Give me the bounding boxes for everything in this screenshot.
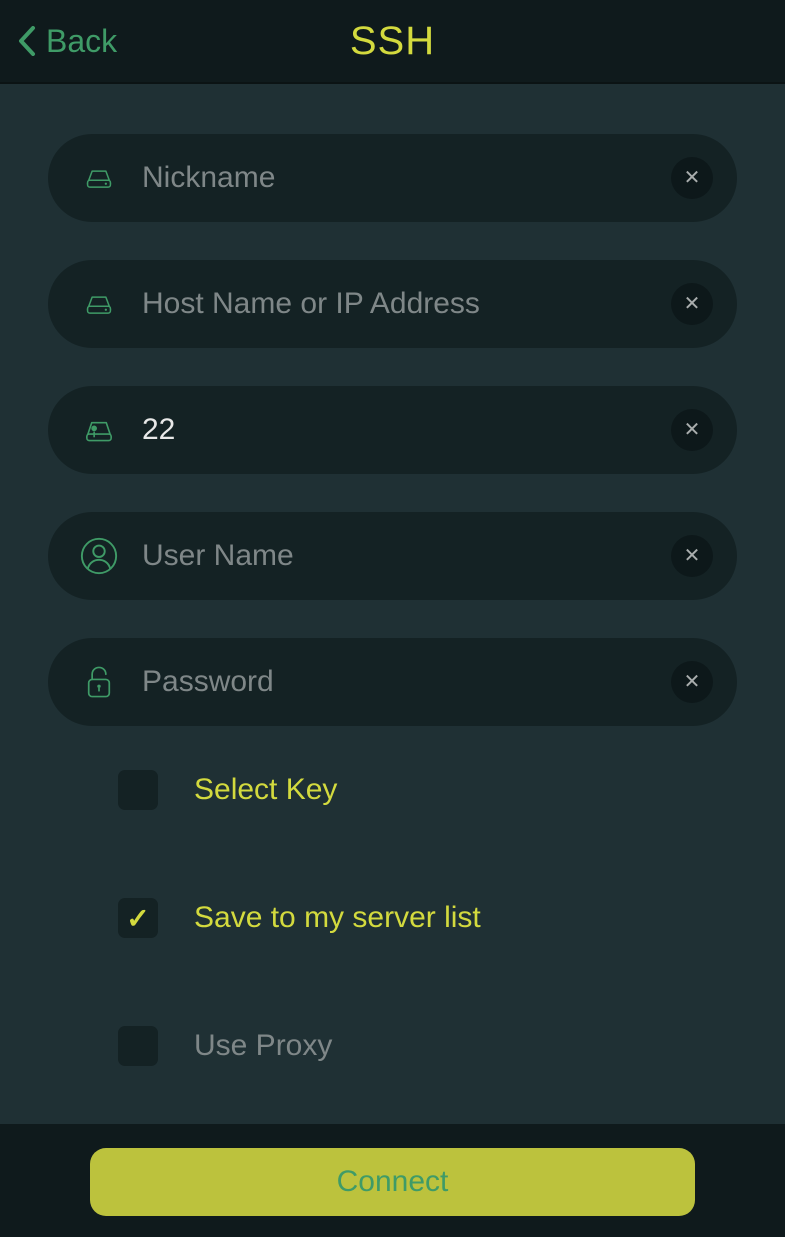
close-icon: ✕ [684, 294, 701, 314]
form-panel: ✕ ✕ ✕ [0, 84, 785, 1124]
checkmark-icon: ✓ [126, 902, 149, 935]
close-icon: ✕ [684, 672, 701, 692]
password-input[interactable] [120, 638, 671, 726]
connect-button[interactable]: Connect [90, 1148, 695, 1216]
nickname-field: ✕ [48, 134, 737, 222]
password-field: ✕ [48, 638, 737, 726]
clear-host-button[interactable]: ✕ [671, 283, 713, 325]
footer-bar: Connect [0, 1124, 785, 1237]
port-field: ✕ [48, 386, 737, 474]
select-key-label: Select Key [194, 773, 337, 807]
clear-username-button[interactable]: ✕ [671, 535, 713, 577]
options-group: Select Key ✓ Save to my server list Use … [48, 764, 737, 1066]
save-list-option[interactable]: ✓ Save to my server list [118, 898, 737, 938]
unlock-icon [78, 661, 120, 703]
clear-nickname-button[interactable]: ✕ [671, 157, 713, 199]
clear-port-button[interactable]: ✕ [671, 409, 713, 451]
port-input[interactable] [120, 386, 671, 474]
close-icon: ✕ [684, 546, 701, 566]
clear-password-button[interactable]: ✕ [671, 661, 713, 703]
username-input[interactable] [120, 512, 671, 600]
username-field: ✕ [48, 512, 737, 600]
use-proxy-option[interactable]: Use Proxy [118, 1026, 737, 1066]
select-key-option[interactable]: Select Key [118, 770, 737, 810]
close-icon: ✕ [684, 168, 701, 188]
back-button[interactable]: Back [18, 23, 117, 60]
chevron-left-icon [18, 26, 36, 56]
header-bar: Back SSH [0, 0, 785, 84]
close-icon: ✕ [684, 420, 701, 440]
host-input[interactable] [120, 260, 671, 348]
save-list-checkbox[interactable]: ✓ [118, 898, 158, 938]
back-label: Back [46, 23, 117, 60]
use-proxy-checkbox[interactable] [118, 1026, 158, 1066]
nickname-input[interactable] [120, 134, 671, 222]
user-icon [78, 535, 120, 577]
disk-icon [78, 157, 120, 199]
host-field: ✕ [48, 260, 737, 348]
select-key-checkbox[interactable] [118, 770, 158, 810]
port-icon [78, 409, 120, 451]
disk-icon [78, 283, 120, 325]
use-proxy-label: Use Proxy [194, 1029, 332, 1063]
page-title: SSH [350, 19, 435, 64]
save-list-label: Save to my server list [194, 901, 481, 935]
